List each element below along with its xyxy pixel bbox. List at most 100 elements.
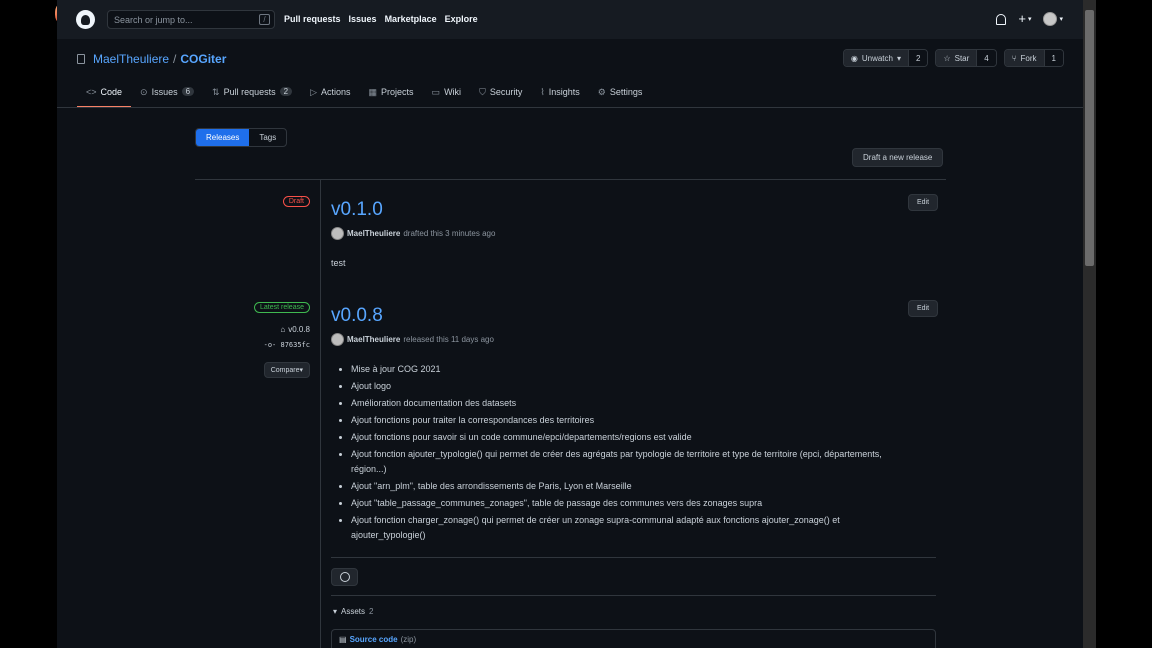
star-count[interactable]: 4 xyxy=(976,50,996,66)
tab-label: Security xyxy=(489,87,523,97)
assets-list: ▤ Source code (zip) xyxy=(331,629,936,648)
tab-security[interactable]: ⛉ Security xyxy=(470,84,531,108)
nav-marketplace[interactable]: Marketplace xyxy=(385,14,437,24)
list-item: Ajout "table_passage_communes_zonages", … xyxy=(351,496,911,511)
tab-projects[interactable]: ▦ Projects xyxy=(360,84,423,108)
draft-new-release-button[interactable]: Draft a new release xyxy=(852,148,944,167)
tab-label: Insights xyxy=(548,87,580,97)
bell-icon[interactable] xyxy=(996,13,1007,25)
search-input[interactable]: Search or jump to... / xyxy=(107,10,275,29)
list-item: Ajout fonctions pour traiter la correspo… xyxy=(351,413,911,428)
pull-request-icon: ⇅ xyxy=(212,87,220,97)
chevron-down-icon: ▾ xyxy=(1027,16,1032,23)
repo-name-link[interactable]: COGiter xyxy=(180,52,226,66)
compare-button[interactable]: Compare ▾ xyxy=(263,362,310,378)
repo-icon xyxy=(77,54,85,64)
tab-label: Issues xyxy=(151,87,178,97)
tab-code[interactable]: <> Code xyxy=(77,84,132,108)
unwatch-button[interactable]: ◉ Unwatch ▾ xyxy=(843,50,908,66)
fork-icon: ⑂ xyxy=(1011,53,1017,63)
code-icon: <> xyxy=(86,87,97,97)
reactions-divider xyxy=(331,595,936,596)
repo-actions: ◉ Unwatch ▾ 2 ☆ Star 4 ⑂ Fork 1 xyxy=(842,49,1064,67)
author-link[interactable]: MaelTheuliere xyxy=(347,335,400,344)
file-zip-icon: ▤ xyxy=(339,635,347,644)
fork-count[interactable]: 1 xyxy=(1043,50,1063,66)
latest-release-label: Latest release xyxy=(254,302,310,313)
tab-settings[interactable]: ⚙ Settings xyxy=(589,84,652,108)
notes-divider xyxy=(331,557,936,558)
watch-group: ◉ Unwatch ▾ 2 xyxy=(842,49,929,67)
tab-label: Settings xyxy=(609,87,643,97)
unwatch-label: Unwatch xyxy=(861,53,893,63)
search-placeholder: Search or jump to... xyxy=(114,15,193,25)
create-new-menu[interactable]: + ▾ xyxy=(1018,11,1032,26)
list-item: Ajout fonction ajouter_typologie() qui p… xyxy=(351,447,911,477)
subnav-tags[interactable]: Tags xyxy=(249,129,286,146)
avatar xyxy=(331,333,344,346)
release-title-link[interactable]: v0.0.8 xyxy=(331,305,383,327)
project-icon: ▦ xyxy=(368,87,378,97)
list-item: Ajout logo xyxy=(351,379,911,394)
scrollbar-thumb[interactable] xyxy=(1085,10,1094,266)
assets-toggle[interactable]: ▾ Assets 2 xyxy=(333,607,373,616)
tab-label: Pull requests xyxy=(223,87,276,97)
edit-button[interactable]: Edit xyxy=(908,194,939,211)
play-icon: ▷ xyxy=(310,87,317,97)
star-group: ☆ Star 4 xyxy=(935,49,997,67)
list-item: Ajout fonction charger_zonage() qui perm… xyxy=(351,513,911,543)
nav-pull-requests[interactable]: Pull requests xyxy=(284,14,341,24)
github-app: Search or jump to... / Pull requests Iss… xyxy=(57,0,1083,648)
tab-insights[interactable]: ⌇ Insights xyxy=(531,84,588,108)
release-commit[interactable]: -o- 87635fc xyxy=(264,341,310,349)
timeline-divider xyxy=(320,179,321,648)
list-item: Ajout "arn_plm", table des arrondissemen… xyxy=(351,479,911,494)
list-item: Mise à jour COG 2021 xyxy=(351,362,911,377)
tab-wiki[interactable]: ▭ Wiki xyxy=(423,84,471,108)
subnav-releases[interactable]: Releases xyxy=(196,129,250,146)
tab-issues[interactable]: ⊙ Issues 6 xyxy=(131,84,203,108)
edit-button[interactable]: Edit xyxy=(908,300,939,317)
tag-icon: ⌂ xyxy=(280,325,286,334)
star-button[interactable]: ☆ Star xyxy=(936,50,977,66)
nav-issues[interactable]: Issues xyxy=(349,14,377,24)
chevron-down-icon: ▾ xyxy=(896,53,901,63)
chevron-down-icon: ▾ xyxy=(1059,16,1063,23)
release-tag[interactable]: ⌂ v0.0.8 xyxy=(280,325,310,334)
releases-subnav: Releases Tags xyxy=(195,128,288,147)
tabs-divider xyxy=(57,107,1083,108)
asset-link[interactable]: Source code xyxy=(350,635,398,644)
plus-icon: + xyxy=(1018,11,1026,26)
chevron-down-icon: ▾ xyxy=(299,367,303,374)
release-meta: MaelTheuliere drafted this 3 minutes ago xyxy=(331,227,495,240)
tab-pull-requests[interactable]: ⇅ Pull requests 2 xyxy=(203,84,301,108)
scrollbar[interactable] xyxy=(1083,0,1096,648)
author-link[interactable]: MaelTheuliere xyxy=(347,229,400,238)
release-body: test xyxy=(331,258,346,268)
asset-type: (zip) xyxy=(400,635,417,644)
repo-owner-link[interactable]: MaelTheuliere xyxy=(93,52,169,66)
add-reaction-button[interactable] xyxy=(331,568,358,586)
release-title-link[interactable]: v0.1.0 xyxy=(331,199,383,221)
nav-explore[interactable]: Explore xyxy=(445,14,478,24)
asset-item[interactable]: ▤ Source code (zip) xyxy=(339,635,416,644)
fork-button[interactable]: ⑂ Fork xyxy=(1004,50,1044,66)
fork-group: ⑂ Fork 1 xyxy=(1003,49,1064,67)
tag-name: v0.0.8 xyxy=(288,325,310,334)
eye-icon: ◉ xyxy=(850,53,858,63)
user-menu[interactable]: ▾ xyxy=(1043,12,1063,26)
tab-label: Code xyxy=(100,87,123,97)
issues-count-badge: 6 xyxy=(181,87,195,96)
repo-title: MaelTheuliere / COGiter xyxy=(77,52,226,66)
tab-label: Actions xyxy=(321,87,351,97)
smiley-icon xyxy=(339,572,350,582)
tab-actions[interactable]: ▷ Actions xyxy=(301,84,359,108)
github-logo-icon[interactable] xyxy=(76,10,95,29)
tab-label: Wiki xyxy=(444,87,462,97)
triangle-down-icon: ▾ xyxy=(333,607,338,616)
avatar xyxy=(331,227,344,240)
shield-icon: ⛉ xyxy=(479,87,486,97)
watch-count[interactable]: 2 xyxy=(907,50,928,66)
tab-label: Projects xyxy=(381,87,414,97)
draft-label: Draft xyxy=(282,196,310,207)
